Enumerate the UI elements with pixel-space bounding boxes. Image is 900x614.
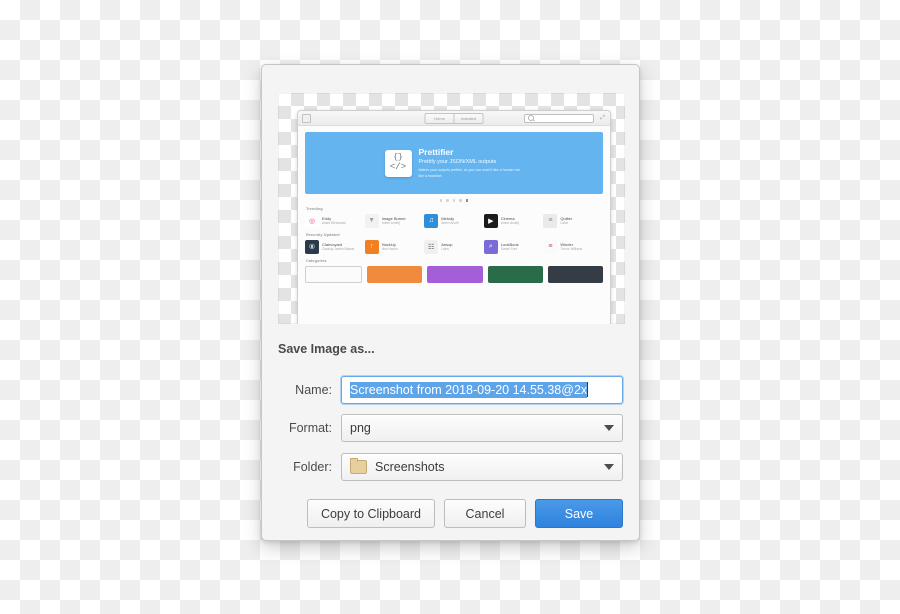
app-icon: ▶: [483, 213, 498, 228]
app-meta: Melody Artem Anufrij: [441, 216, 459, 225]
app-meta: Winder Trevor Williams: [560, 242, 582, 251]
cancel-button[interactable]: Cancel: [444, 499, 526, 528]
app-author: Med Hacila: [381, 247, 398, 252]
carousel-dot: [446, 199, 449, 202]
category-tile: [305, 265, 363, 283]
preview-banner-title: Prettifier: [418, 146, 454, 157]
app-author: Daniel Foré: [500, 247, 518, 252]
fullscreen-icon: ⤢: [600, 115, 605, 121]
preview-app-item: ♫ Melody Artem Anufrij: [424, 213, 484, 228]
preview-view-switcher: Home Installed: [424, 112, 484, 124]
folder-select-value: Screenshots: [375, 459, 445, 474]
app-icon: ↑: [364, 239, 379, 254]
preview-toolbar: Home Installed ⤢: [298, 111, 610, 126]
name-row: Name: Screenshot from 2018-09-20 14.55.3…: [278, 375, 623, 404]
copy-to-clipboard-button[interactable]: Copy to Clipboard: [306, 499, 435, 528]
filename-input-value: Screenshot from 2018-09-20 14.55.38@2x: [350, 381, 588, 398]
preview-banner-text: Prettifier Prettify your JSON/XML output…: [419, 147, 524, 179]
preview-app-item: ☷ Aesop Lains: [424, 239, 484, 254]
app-author: Lains: [441, 247, 449, 252]
app-icon: ☷: [424, 239, 439, 254]
app-icon: ⑧: [305, 239, 319, 254]
category-tile: [367, 265, 423, 283]
text-caret: [587, 382, 589, 397]
preview-tab-installed: Installed: [454, 112, 484, 124]
app-meta: Cinema Artem Anufrij: [501, 216, 519, 225]
preview-banner-description: Makes your outputs prettier, so you can …: [418, 168, 520, 178]
app-meta: Clairvoyant Cassidy James Blaede: [322, 242, 354, 251]
preview-app-item: ▶ Cinema Artem Anufrij: [483, 213, 544, 228]
preview-section-label-trending: Trending: [306, 206, 323, 211]
preview-app-item: ⌕ LookBook Daniel Foré: [483, 239, 544, 254]
folder-row: Folder: Screenshots: [278, 452, 623, 481]
preview-categories-row: [305, 265, 604, 283]
format-select-value: png: [350, 420, 371, 435]
preview-recent-row: ⑧ Clairvoyant Cassidy James Blaede ↑ HackUp M…: [305, 239, 603, 254]
app-icon: ⌕: [483, 239, 498, 254]
app-author: Cassidy James Blaede: [322, 247, 355, 252]
app-author: Adam Bierkowski: [322, 221, 347, 226]
app-meta: Image Burner Artem Anufrij: [382, 216, 406, 225]
app-meta: Quilter Lains: [560, 216, 572, 225]
carousel-dot: [439, 199, 443, 202]
preview-carousel-dots: [305, 199, 603, 202]
app-meta: Aesop Lains: [441, 242, 452, 251]
app-meta: LookBook Daniel Foré: [501, 242, 519, 251]
save-button[interactable]: Save: [535, 499, 623, 528]
app-author: Trevor Williams: [560, 247, 583, 252]
prettifier-icon-tag: </>: [389, 162, 407, 172]
save-image-dialog: Home Installed ⤢ {} </> Prettifier Prett…: [261, 64, 640, 541]
carousel-dot: [459, 199, 462, 202]
app-author: Artem Anufrij: [500, 221, 520, 226]
category-tile: [547, 265, 604, 283]
preview-tab-home: Home: [424, 112, 455, 124]
format-select[interactable]: png: [341, 413, 623, 442]
folder-icon: [350, 457, 367, 474]
sidebar-toggle-icon: [302, 113, 311, 123]
app-icon: ≡: [543, 239, 558, 254]
page-title: Save Image as...: [278, 342, 375, 356]
preview-banner-subtitle: Prettify your JSON/XML outputs: [418, 159, 497, 166]
carousel-dot-active: [465, 199, 469, 202]
app-meta: HackUp Med Hacila: [382, 242, 398, 251]
category-tile: [427, 265, 483, 283]
preview-app-item: ⑧ Clairvoyant Cassidy James Blaede: [305, 239, 365, 254]
preview-app-window: Home Installed ⤢ {} </> Prettifier Prett…: [297, 110, 611, 324]
dialog-action-bar: Copy to Clipboard Cancel Save: [278, 499, 623, 528]
preview-featured-banner: {} </> Prettifier Prettify your JSON/XML…: [305, 132, 603, 194]
filename-input[interactable]: Screenshot from 2018-09-20 14.55.38@2x: [341, 375, 623, 404]
image-preview: Home Installed ⤢ {} </> Prettifier Prett…: [278, 93, 625, 324]
preview-app-item: ≡ Quilter Lains: [543, 213, 603, 228]
app-author: Artem Anufrij: [381, 221, 400, 226]
app-icon: ♫: [424, 213, 439, 228]
app-icon: ◎: [305, 213, 319, 228]
preview-app-item: ↑ HackUp Med Hacila: [364, 239, 425, 254]
category-tile: [487, 265, 543, 283]
carousel-dot: [452, 199, 456, 202]
preview-trending-row: ◎ Eddy Adam Bierkowski ▼ Image Burner Artem A…: [305, 213, 603, 228]
name-label: Name:: [295, 382, 332, 397]
prettifier-icon-braces: {}: [393, 153, 403, 162]
folder-select[interactable]: Screenshots: [341, 452, 623, 481]
preview-content: {} </> Prettifier Prettify your JSON/XML…: [298, 126, 610, 324]
app-icon: ▼: [364, 213, 379, 228]
preview-search-field: [524, 113, 594, 123]
preview-app-item: ▼ Image Burner Artem Anufrij: [364, 213, 425, 228]
preview-app-item: ≡ Winder Trevor Williams: [543, 239, 603, 254]
prettifier-app-icon: {} </>: [384, 149, 412, 177]
app-icon: ≡: [543, 213, 558, 228]
chevron-down-icon: [604, 424, 614, 431]
app-author: Artem Anufrij: [441, 221, 460, 226]
format-label: Format:: [288, 420, 332, 435]
preview-section-label-categories: Categories: [306, 258, 327, 263]
format-row: Format: png: [278, 413, 623, 442]
search-icon: [528, 115, 534, 121]
folder-label: Folder:: [293, 459, 332, 474]
chevron-down-icon: [604, 463, 614, 470]
preview-section-label-recent: Recently Updated: [306, 232, 340, 237]
app-meta: Eddy Adam Bierkowski: [322, 216, 346, 225]
preview-app-item: ◎ Eddy Adam Bierkowski: [305, 213, 365, 228]
app-author: Lains: [560, 221, 568, 226]
